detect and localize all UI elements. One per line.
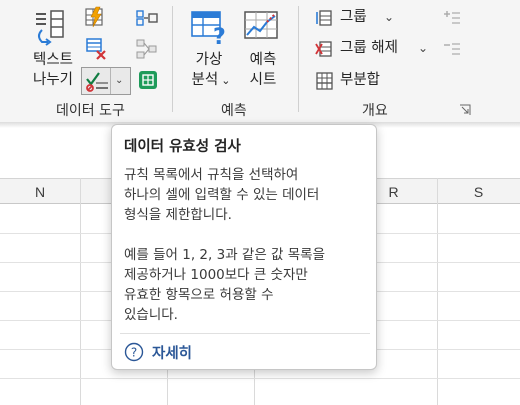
flash-fill-icon xyxy=(85,6,103,28)
subtotal-button[interactable]: 부분합 xyxy=(312,70,402,92)
tooltip-text-line: 예를 들어 1, 2, 3과 같은 값 목록을 xyxy=(124,247,326,263)
group-label: 그룹 xyxy=(340,9,367,25)
show-detail-button[interactable] xyxy=(440,9,462,27)
svg-text:?: ? xyxy=(213,25,226,46)
tooltip-text-line: 형식을 제한합니다. xyxy=(124,207,232,223)
forecast-group-label: 예측 xyxy=(221,103,247,119)
tooltip-text-line: 있습니다. xyxy=(124,307,178,323)
split-divider xyxy=(110,68,111,94)
outline-group-label: 개요 xyxy=(362,103,388,119)
data-validation-button[interactable]: ⌄ xyxy=(81,67,131,95)
what-if-analysis-label-2: 분석 ⌄ xyxy=(185,70,237,91)
tooltip-text-line: 하나의 셀에 입력할 수 있는 데이터 xyxy=(124,187,320,203)
column-header-s[interactable]: S xyxy=(437,179,520,205)
tooltip-text-line: 제공하거나 1000보다 큰 숫자만 xyxy=(124,267,308,283)
group-button[interactable]: 그룹 ⌄ xyxy=(312,7,408,29)
remove-duplicates-button[interactable] xyxy=(84,36,108,62)
group-separator xyxy=(172,6,173,112)
what-if-analysis-button[interactable]: ? 가상 분석 ⌄ xyxy=(183,6,235,90)
tooltip-title: 데이터 유효성 검사 xyxy=(124,139,241,155)
tooltip-text-line: 규칙 목록에서 규칙을 선택하여 xyxy=(124,167,299,183)
hide-detail-icon xyxy=(444,43,460,55)
text-to-columns-label-1: 텍스트 xyxy=(32,52,74,68)
text-to-columns-icon xyxy=(36,10,64,46)
relationships-button[interactable] xyxy=(135,38,159,60)
hide-detail-button[interactable] xyxy=(440,40,462,58)
group-icon xyxy=(316,10,332,26)
tell-me-more-label: 자세히 xyxy=(152,345,193,362)
chevron-down-icon[interactable]: ⌄ xyxy=(384,10,394,24)
what-if-analysis-label-2-text: 분석 xyxy=(191,72,219,88)
column-header-n[interactable]: N xyxy=(0,179,80,205)
forecast-sheet-label-2: 시트 xyxy=(249,72,277,88)
ungroup-button[interactable]: 그룹 해제 ⌄ xyxy=(312,38,434,60)
forecast-sheet-button[interactable]: 예측 시트 xyxy=(240,6,286,90)
ungroup-icon xyxy=(315,41,332,57)
what-if-analysis-label-1: 가상 xyxy=(195,52,223,68)
help-icon: ? xyxy=(124,342,144,362)
ribbon: 텍스트 나누기 ⌄ 데이터 도구 ? 가상 분석 ⌄ 예측 시트 예측 그룹 ⌄… xyxy=(0,0,520,122)
grid-line xyxy=(0,378,520,379)
subtotal-icon xyxy=(316,72,333,90)
dialog-launcher-icon[interactable] xyxy=(459,104,471,116)
group-separator xyxy=(298,6,299,112)
consolidate-icon xyxy=(136,10,158,26)
tell-me-more-link[interactable]: ? 자세히 xyxy=(124,341,192,363)
text-to-columns-button[interactable]: 텍스트 나누기 xyxy=(26,6,80,90)
svg-text:?: ? xyxy=(131,346,137,360)
data-validation-dropdown-chevron-icon[interactable]: ⌄ xyxy=(115,75,123,86)
data-validation-tooltip: 데이터 유효성 검사 규칙 목록에서 규칙을 선택하여 하나의 셀에 입력할 수… xyxy=(111,124,377,370)
text-to-columns-label-2: 나누기 xyxy=(32,72,74,88)
data-model-icon xyxy=(139,71,157,89)
forecast-sheet-label-1: 예측 xyxy=(249,52,277,68)
what-if-analysis-icon: ? xyxy=(191,11,226,46)
data-model-button[interactable] xyxy=(137,69,159,91)
remove-duplicates-icon xyxy=(86,38,106,60)
subtotal-label: 부분합 xyxy=(340,72,381,88)
flash-fill-button[interactable] xyxy=(84,6,108,30)
tooltip-divider xyxy=(120,333,370,334)
forecast-sheet-icon xyxy=(244,11,278,39)
data-tools-group-label: 데이터 도구 xyxy=(56,103,125,119)
consolidate-button[interactable] xyxy=(135,8,159,28)
chevron-down-icon[interactable]: ⌄ xyxy=(418,41,428,55)
tooltip-text-line: 유효한 항목으로 허용할 수 xyxy=(124,287,274,303)
show-detail-icon xyxy=(444,11,460,24)
relationships-icon xyxy=(136,39,157,59)
data-validation-icon xyxy=(86,72,108,92)
ungroup-label: 그룹 해제 xyxy=(340,40,398,56)
chevron-down-icon: ⌄ xyxy=(221,74,231,87)
